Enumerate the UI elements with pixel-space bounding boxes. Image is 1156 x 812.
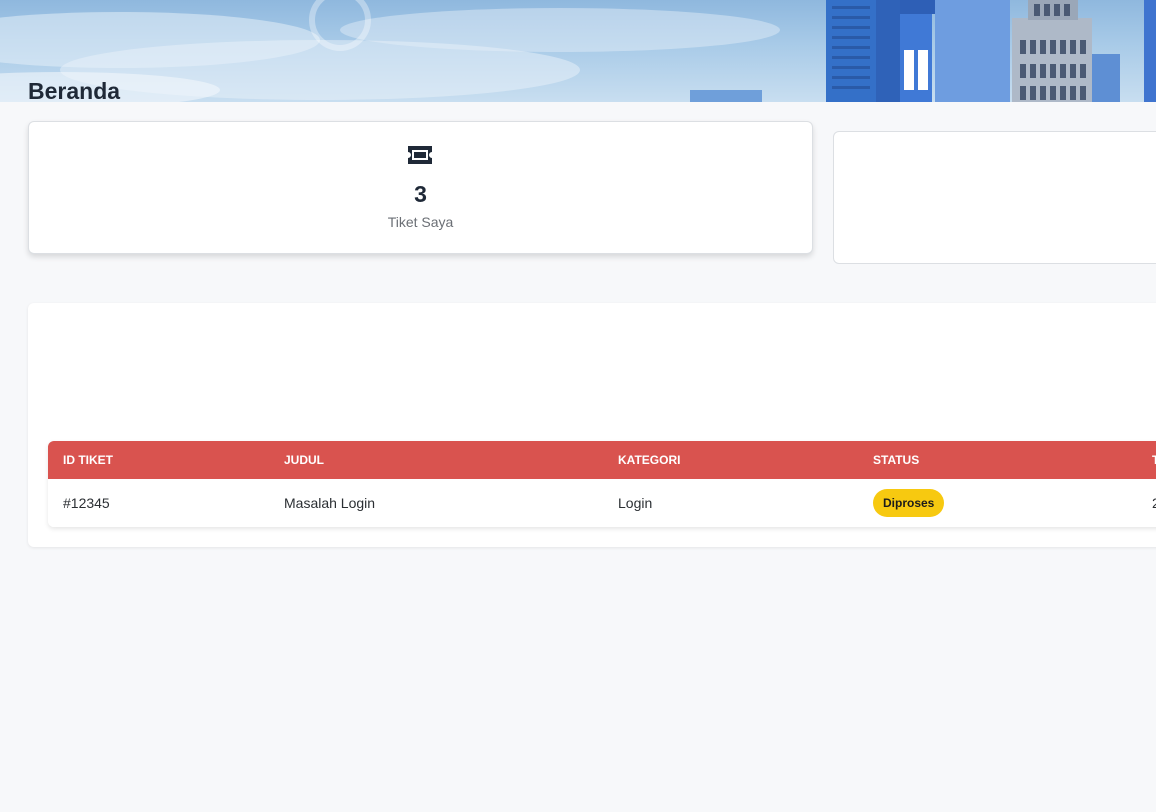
my-tickets-card[interactable]: 3 Tiket Saya: [28, 121, 813, 254]
tickets-table: ID TIKET JUDUL KATEGORI STATUS T #12345 …: [48, 441, 1156, 527]
stat-card-secondary: [833, 131, 1156, 264]
table-header: ID TIKET JUDUL KATEGORI STATUS T: [48, 441, 1156, 479]
ticket-count: 3: [414, 181, 427, 207]
ticket-icon: [408, 146, 432, 164]
ticket-date-cell: 2: [1152, 495, 1156, 511]
column-header-date[interactable]: T: [1152, 453, 1156, 467]
ticket-count-label: Tiket Saya: [387, 214, 454, 230]
city-skyline-image: [0, 0, 1156, 102]
column-header-id[interactable]: ID TIKET: [63, 453, 113, 467]
ticket-title-cell: Masalah Login: [284, 495, 376, 511]
ticket-id-cell: #12345: [63, 495, 110, 511]
tickets-panel: ID TIKET JUDUL KATEGORI STATUS T #12345 …: [28, 303, 1156, 547]
table-row[interactable]: #12345 Masalah Login Login Diproses 2: [48, 479, 1156, 527]
status-badge: Diproses: [873, 489, 945, 517]
column-header-status[interactable]: STATUS: [873, 453, 919, 467]
ticket-category-cell: Login: [618, 495, 653, 511]
column-header-title[interactable]: JUDUL: [284, 453, 324, 467]
page-title: Beranda: [28, 78, 121, 102]
hero-banner: Beranda: [0, 0, 1156, 102]
column-header-category[interactable]: KATEGORI: [618, 453, 680, 467]
